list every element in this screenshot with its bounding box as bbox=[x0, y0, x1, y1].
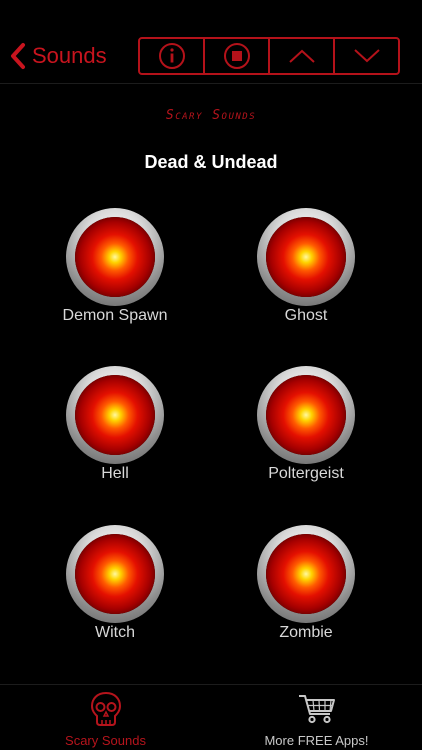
chevron-up-icon bbox=[287, 47, 317, 65]
sound-lens-icon bbox=[66, 208, 164, 306]
sound-label: Zombie bbox=[279, 624, 333, 641]
sound-lens-icon bbox=[66, 525, 164, 623]
sound-button-zombie[interactable]: Zombie bbox=[241, 525, 371, 665]
stop-button[interactable] bbox=[205, 39, 270, 73]
info-button[interactable] bbox=[140, 39, 205, 73]
skull-icon bbox=[89, 691, 123, 729]
sound-label: Poltergeist bbox=[268, 465, 344, 482]
chevron-left-icon bbox=[10, 42, 26, 70]
app-brand-title: Scary Sounds bbox=[165, 108, 257, 123]
sound-lens-icon bbox=[257, 208, 355, 306]
sound-label: Demon Spawn bbox=[62, 307, 168, 324]
back-button[interactable]: Sounds bbox=[10, 40, 107, 72]
sound-button-witch[interactable]: Witch bbox=[50, 525, 180, 665]
tab-label: Scary Sounds bbox=[65, 733, 146, 748]
sound-button-demon-spawn[interactable]: Demon Spawn bbox=[50, 208, 180, 348]
sound-label: Witch bbox=[95, 624, 135, 641]
tab-more-free-apps[interactable]: More FREE Apps! bbox=[211, 685, 422, 750]
sound-label: Hell bbox=[101, 465, 129, 482]
playback-controls bbox=[138, 37, 400, 75]
tab-scary-sounds[interactable]: Scary Sounds bbox=[0, 685, 211, 750]
sound-lens-icon bbox=[66, 366, 164, 464]
sound-lens-icon bbox=[257, 366, 355, 464]
previous-button[interactable] bbox=[270, 39, 335, 73]
next-button[interactable] bbox=[335, 39, 398, 73]
tab-bar: Scary Sounds More FREE Apps! bbox=[0, 684, 422, 750]
sound-button-poltergeist[interactable]: Poltergeist bbox=[241, 366, 371, 506]
sound-button-ghost[interactable]: Ghost bbox=[241, 208, 371, 348]
category-title: Dead & Undead bbox=[144, 152, 278, 172]
back-button-label: Sounds bbox=[32, 43, 107, 68]
chevron-down-icon bbox=[352, 47, 382, 65]
info-icon bbox=[158, 42, 186, 70]
stop-icon bbox=[223, 42, 251, 70]
navigation-bar: Sounds bbox=[0, 0, 422, 84]
tab-label: More FREE Apps! bbox=[264, 733, 369, 748]
cart-icon bbox=[297, 691, 337, 725]
sound-button-hell[interactable]: Hell bbox=[50, 366, 180, 506]
sound-label: Ghost bbox=[284, 307, 328, 324]
sound-lens-icon bbox=[257, 525, 355, 623]
